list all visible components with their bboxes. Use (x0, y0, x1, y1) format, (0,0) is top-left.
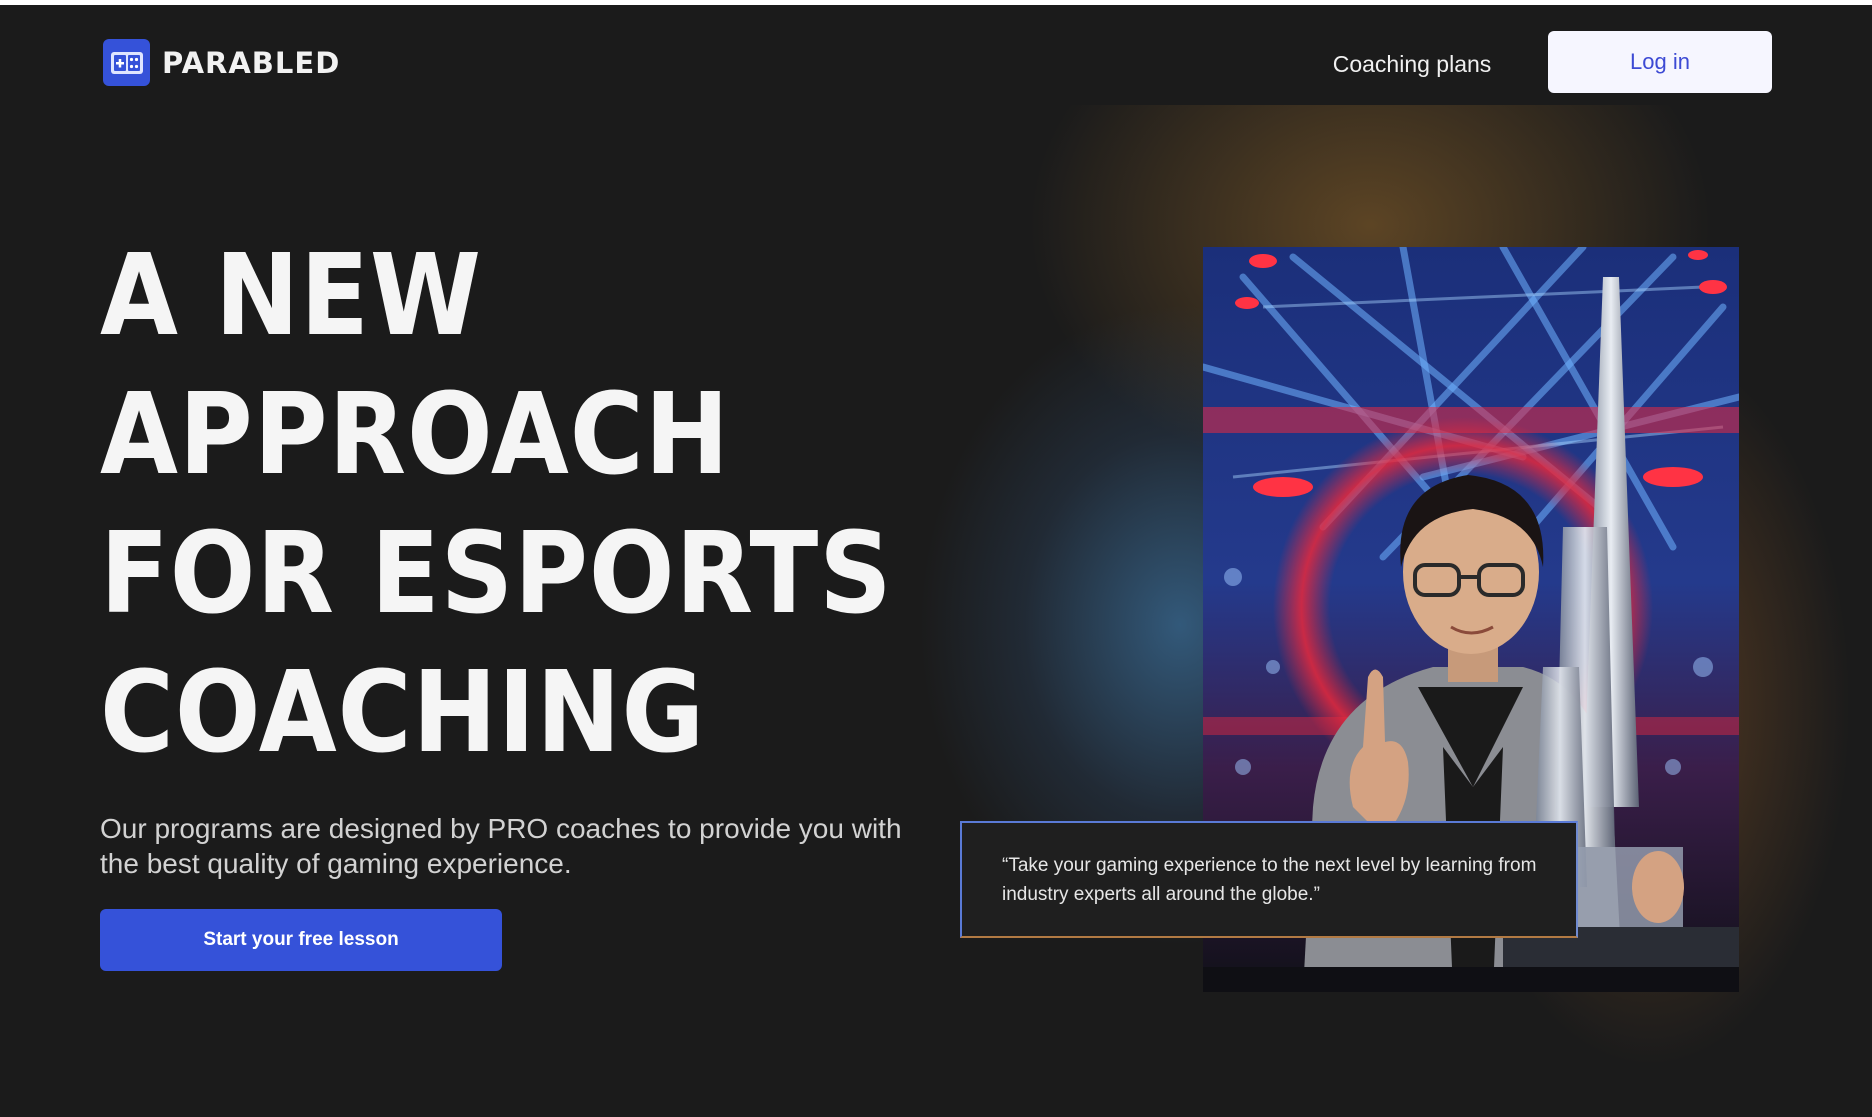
gamepad-logo-icon (103, 39, 150, 86)
headline-line-1: A NEW (100, 231, 483, 361)
brand-logo[interactable]: PARABLED (103, 39, 340, 86)
hero-headline: A NEW APPROACH FOR ESPORTS COACHING (100, 227, 893, 783)
hero-subtitle: Our programs are designed by PRO coaches… (100, 813, 902, 879)
login-button[interactable]: Log in (1548, 31, 1772, 93)
start-free-lesson-button[interactable]: Start your free lesson (100, 909, 502, 971)
headline-line-4: COACHING (100, 648, 706, 778)
brand-name: PARABLED (162, 45, 341, 80)
testimonial-quote: “Take your gaming experience to the next… (960, 821, 1578, 938)
coaching-plans-link[interactable]: Coaching plans (1318, 51, 1506, 78)
headline-line-2: APPROACH (100, 370, 730, 500)
landing-page: PARABLED Coaching plans Log in A NEW APP… (0, 5, 1872, 1117)
quote-text: “Take your gaming experience to the next… (1002, 854, 1537, 905)
headline-line-3: FOR ESPORTS (100, 509, 893, 639)
